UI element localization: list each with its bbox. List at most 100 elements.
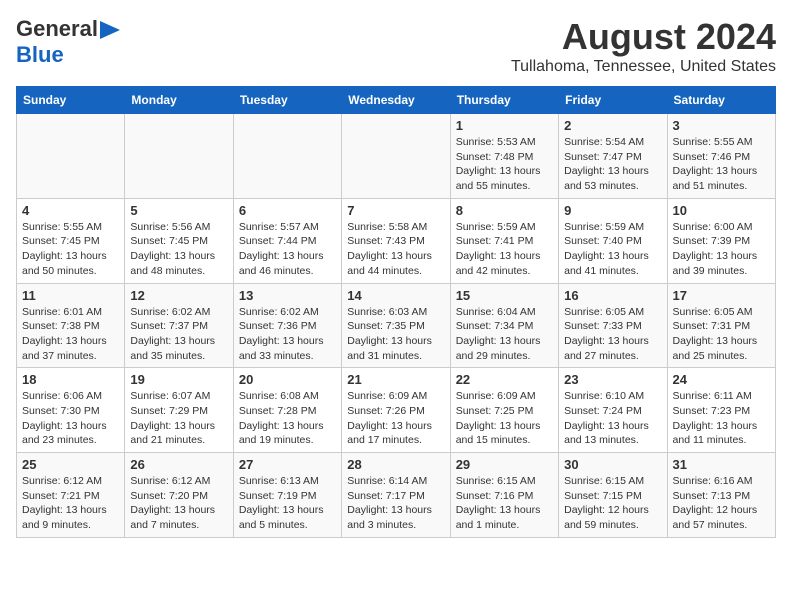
day-info: Sunrise: 5:56 AM Sunset: 7:45 PM Dayligh…	[130, 220, 227, 279]
logo: General Blue	[16, 16, 120, 68]
day-info: Sunrise: 5:57 AM Sunset: 7:44 PM Dayligh…	[239, 220, 336, 279]
calendar-cell	[125, 114, 233, 199]
day-info: Sunrise: 6:03 AM Sunset: 7:35 PM Dayligh…	[347, 305, 444, 364]
logo-text-blue: Blue	[16, 42, 64, 67]
day-number: 6	[239, 203, 336, 218]
calendar-cell: 13 Sunrise: 6:02 AM Sunset: 7:36 PM Dayli…	[233, 283, 341, 368]
day-number: 20	[239, 372, 336, 387]
day-number: 18	[22, 372, 119, 387]
calendar-cell: 30 Sunrise: 6:15 AM Sunset: 7:15 PM Dayli…	[559, 453, 667, 538]
calendar-cell: 17Sunrise: 6:05 AM Sunset: 7:31 PM Dayli…	[667, 283, 775, 368]
day-number: 16	[564, 288, 661, 303]
day-number: 30	[564, 457, 661, 472]
day-info: Sunrise: 6:02 AM Sunset: 7:36 PM Dayligh…	[239, 305, 336, 364]
day-number: 9	[564, 203, 661, 218]
day-number: 8	[456, 203, 553, 218]
calendar-cell: 14 Sunrise: 6:03 AM Sunset: 7:35 PM Dayli…	[342, 283, 450, 368]
calendar-cell: 16 Sunrise: 6:05 AM Sunset: 7:33 PM Dayli…	[559, 283, 667, 368]
col-tuesday: Tuesday	[233, 87, 341, 114]
day-info: Sunrise: 6:07 AM Sunset: 7:29 PM Dayligh…	[130, 389, 227, 448]
col-saturday: Saturday	[667, 87, 775, 114]
day-info: Sunrise: 6:12 AM Sunset: 7:21 PM Dayligh…	[22, 474, 119, 533]
calendar-cell: 15 Sunrise: 6:04 AM Sunset: 7:34 PM Dayli…	[450, 283, 558, 368]
day-info: Sunrise: 5:59 AM Sunset: 7:40 PM Dayligh…	[564, 220, 661, 279]
calendar-cell: 31 Sunrise: 6:16 AM Sunset: 7:13 PM Dayli…	[667, 453, 775, 538]
calendar-cell: 11Sunrise: 6:01 AM Sunset: 7:38 PM Dayli…	[17, 283, 125, 368]
day-info: Sunrise: 6:12 AM Sunset: 7:20 PM Dayligh…	[130, 474, 227, 533]
day-info: Sunrise: 5:55 AM Sunset: 7:45 PM Dayligh…	[22, 220, 119, 279]
page-title: August 2024	[511, 16, 776, 58]
calendar-cell: 5Sunrise: 5:56 AM Sunset: 7:45 PM Daylig…	[125, 198, 233, 283]
calendar-cell: 7Sunrise: 5:58 AM Sunset: 7:43 PM Daylig…	[342, 198, 450, 283]
day-number: 3	[673, 118, 770, 133]
day-number: 1	[456, 118, 553, 133]
day-number: 4	[22, 203, 119, 218]
day-info: Sunrise: 5:55 AM Sunset: 7:46 PM Dayligh…	[673, 135, 770, 194]
day-number: 13	[239, 288, 336, 303]
day-number: 17	[673, 288, 770, 303]
calendar-cell: 29 Sunrise: 6:15 AM Sunset: 7:16 PM Dayli…	[450, 453, 558, 538]
col-thursday: Thursday	[450, 87, 558, 114]
calendar-cell: 6 Sunrise: 5:57 AM Sunset: 7:44 PM Daylig…	[233, 198, 341, 283]
day-info: Sunrise: 5:53 AM Sunset: 7:48 PM Dayligh…	[456, 135, 553, 194]
day-info: Sunrise: 6:02 AM Sunset: 7:37 PM Dayligh…	[130, 305, 227, 364]
calendar-cell: 4 Sunrise: 5:55 AM Sunset: 7:45 PM Daylig…	[17, 198, 125, 283]
day-info: Sunrise: 6:14 AM Sunset: 7:17 PM Dayligh…	[347, 474, 444, 533]
day-info: Sunrise: 6:08 AM Sunset: 7:28 PM Dayligh…	[239, 389, 336, 448]
col-monday: Monday	[125, 87, 233, 114]
day-info: Sunrise: 5:54 AM Sunset: 7:47 PM Dayligh…	[564, 135, 661, 194]
logo-text-general: General	[16, 16, 98, 42]
day-number: 21	[347, 372, 444, 387]
page-header: General Blue August 2024 Tullahoma, Tenn…	[16, 16, 776, 76]
page-subtitle: Tullahoma, Tennessee, United States	[511, 58, 776, 76]
day-info: Sunrise: 5:59 AM Sunset: 7:41 PM Dayligh…	[456, 220, 553, 279]
day-info: Sunrise: 6:04 AM Sunset: 7:34 PM Dayligh…	[456, 305, 553, 364]
calendar-cell: 24 Sunrise: 6:11 AM Sunset: 7:23 PM Dayli…	[667, 368, 775, 453]
day-number: 24	[673, 372, 770, 387]
day-number: 22	[456, 372, 553, 387]
calendar-cell	[233, 114, 341, 199]
calendar-week-row: 25 Sunrise: 6:12 AM Sunset: 7:21 PM Dayli…	[17, 453, 776, 538]
calendar-cell: 10 Sunrise: 6:00 AM Sunset: 7:39 PM Dayli…	[667, 198, 775, 283]
day-info: Sunrise: 6:11 AM Sunset: 7:23 PM Dayligh…	[673, 389, 770, 448]
calendar-cell: 20 Sunrise: 6:08 AM Sunset: 7:28 PM Dayli…	[233, 368, 341, 453]
day-number: 29	[456, 457, 553, 472]
day-info: Sunrise: 6:00 AM Sunset: 7:39 PM Dayligh…	[673, 220, 770, 279]
day-info: Sunrise: 6:10 AM Sunset: 7:24 PM Dayligh…	[564, 389, 661, 448]
day-number: 26	[130, 457, 227, 472]
calendar-cell: 3 Sunrise: 5:55 AM Sunset: 7:46 PM Daylig…	[667, 114, 775, 199]
calendar-header-row: Sunday Monday Tuesday Wednesday Thursday…	[17, 87, 776, 114]
title-block: August 2024 Tullahoma, Tennessee, United…	[511, 16, 776, 76]
day-info: Sunrise: 6:13 AM Sunset: 7:19 PM Dayligh…	[239, 474, 336, 533]
calendar-cell	[17, 114, 125, 199]
col-sunday: Sunday	[17, 87, 125, 114]
logo-arrow-icon	[100, 21, 120, 39]
calendar-cell: 19Sunrise: 6:07 AM Sunset: 7:29 PM Dayli…	[125, 368, 233, 453]
day-number: 25	[22, 457, 119, 472]
day-info: Sunrise: 6:09 AM Sunset: 7:25 PM Dayligh…	[456, 389, 553, 448]
day-info: Sunrise: 6:05 AM Sunset: 7:33 PM Dayligh…	[564, 305, 661, 364]
day-number: 10	[673, 203, 770, 218]
calendar-week-row: 18 Sunrise: 6:06 AM Sunset: 7:30 PM Dayli…	[17, 368, 776, 453]
day-number: 11	[22, 288, 119, 303]
day-info: Sunrise: 6:06 AM Sunset: 7:30 PM Dayligh…	[22, 389, 119, 448]
calendar-cell: 27Sunrise: 6:13 AM Sunset: 7:19 PM Dayli…	[233, 453, 341, 538]
day-number: 2	[564, 118, 661, 133]
day-number: 14	[347, 288, 444, 303]
calendar-table: Sunday Monday Tuesday Wednesday Thursday…	[16, 86, 776, 538]
day-info: Sunrise: 6:15 AM Sunset: 7:16 PM Dayligh…	[456, 474, 553, 533]
day-info: Sunrise: 6:15 AM Sunset: 7:15 PM Dayligh…	[564, 474, 661, 533]
calendar-cell	[342, 114, 450, 199]
day-number: 15	[456, 288, 553, 303]
calendar-week-row: 11Sunrise: 6:01 AM Sunset: 7:38 PM Dayli…	[17, 283, 776, 368]
day-info: Sunrise: 6:16 AM Sunset: 7:13 PM Dayligh…	[673, 474, 770, 533]
calendar-week-row: 4 Sunrise: 5:55 AM Sunset: 7:45 PM Daylig…	[17, 198, 776, 283]
calendar-cell: 2 Sunrise: 5:54 AM Sunset: 7:47 PM Daylig…	[559, 114, 667, 199]
calendar-cell: 25 Sunrise: 6:12 AM Sunset: 7:21 PM Dayli…	[17, 453, 125, 538]
col-wednesday: Wednesday	[342, 87, 450, 114]
calendar-cell: 12Sunrise: 6:02 AM Sunset: 7:37 PM Dayli…	[125, 283, 233, 368]
calendar-cell: 1 Sunrise: 5:53 AM Sunset: 7:48 PM Daylig…	[450, 114, 558, 199]
calendar-week-row: 1 Sunrise: 5:53 AM Sunset: 7:48 PM Daylig…	[17, 114, 776, 199]
calendar-cell: 8 Sunrise: 5:59 AM Sunset: 7:41 PM Daylig…	[450, 198, 558, 283]
day-number: 31	[673, 457, 770, 472]
